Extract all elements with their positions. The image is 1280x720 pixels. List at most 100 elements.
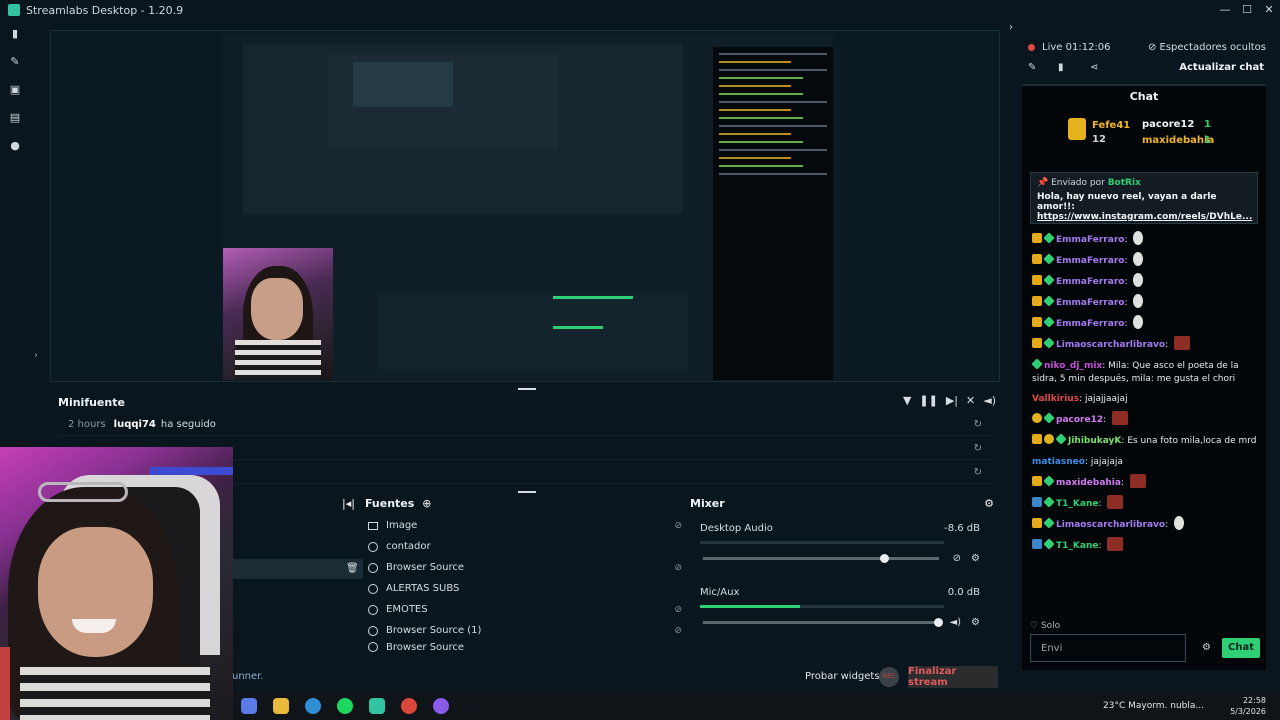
stream-preview[interactable] — [50, 30, 1000, 382]
title-bar: Streamlabs Desktop - 1.20.9 — ☐ ✕ — [0, 0, 1280, 20]
replay-icon[interactable]: ↻ — [974, 419, 982, 430]
sources-collapse-icon[interactable]: |◂| — [342, 497, 355, 510]
pinned-message[interactable]: 📌 Enviado por BotRix Hola, hay nuevo ree… — [1030, 172, 1258, 224]
edit-icon[interactable]: ✎ — [1028, 62, 1036, 73]
window-controls: — ☐ ✕ — [1214, 0, 1280, 20]
runner-text: unner. — [232, 671, 264, 682]
minifeed-toolbar: ▼ ❚❚ ▶| ✕ ◄) — [903, 394, 996, 407]
dashboard-icon[interactable]: ▤ — [0, 104, 30, 132]
window-title: Streamlabs Desktop - 1.20.9 — [26, 3, 184, 17]
chat-message: Limaoscarcharlibravo: — [1032, 335, 1262, 356]
replay-icon[interactable]: ↻ — [974, 443, 982, 454]
chat-message: pacore12: — [1032, 410, 1262, 431]
pin-icon: 📌 — [1037, 178, 1052, 188]
source-item[interactable]: ALERTAS SUBS — [360, 578, 690, 599]
editor-icon[interactable]: ▮ — [0, 20, 30, 48]
globe-icon — [368, 604, 378, 615]
themes-icon[interactable]: ✎ — [0, 48, 30, 76]
volume-slider[interactable] — [703, 618, 943, 627]
taskbar: 23°C Mayorm. nubla... 22:58 5/3/2026 — [233, 692, 1280, 720]
gear-icon[interactable]: ⚙ — [971, 553, 980, 564]
filter-icon[interactable]: ▼ — [903, 394, 911, 407]
inner-webcam — [223, 248, 333, 380]
share-icon[interactable]: ⋖ — [1090, 62, 1098, 73]
system-clock[interactable]: 22:58 5/3/2026 — [1230, 695, 1266, 717]
eye-icon[interactable]: ⊘ — [674, 626, 682, 636]
chat-input[interactable]: Envi — [1030, 634, 1186, 662]
add-source-icon[interactable]: ⊕ — [422, 497, 431, 510]
source-item[interactable]: Image ⊘ — [360, 515, 690, 536]
sources-panel: |◂| Fuentes ⊕ Image ⊘ contador Browser So… — [342, 491, 690, 661]
chat-message: EmmaFerraro: — [1032, 314, 1262, 335]
source-item[interactable]: Browser Source (1) ⊘ — [360, 620, 690, 641]
pause-icon[interactable]: ❚❚ — [919, 394, 937, 407]
rec-button[interactable]: REC — [879, 667, 899, 687]
mixer-settings-icon[interactable]: ⚙ — [984, 497, 994, 510]
chat-settings-icon[interactable]: ⚙ — [1202, 642, 1211, 653]
skip-icon[interactable]: ▶| — [946, 394, 958, 407]
eye-icon[interactable]: ⊘ — [674, 605, 682, 615]
minimize-button[interactable]: — — [1214, 0, 1236, 20]
gear-icon[interactable]: ⚙ — [971, 617, 980, 628]
first-place-icon — [1068, 118, 1086, 140]
file-explorer-icon[interactable] — [273, 698, 289, 714]
trash-icon[interactable]: 🗑 — [346, 563, 359, 574]
live-indicator-icon — [1028, 44, 1035, 51]
chrome-icon[interactable] — [401, 698, 417, 714]
source-item[interactable]: contador — [360, 536, 690, 557]
minifeed-title: Minifuente — [58, 395, 125, 409]
pinned-link[interactable]: https://www.instagram.com/reels/DVhLe... — [1037, 212, 1252, 222]
mixer-panel: Mixer ⚙ Desktop Audio -8.6 dB ⊘ ⚙ Mic/Aux… — [690, 491, 1000, 661]
globe-icon — [368, 583, 378, 594]
solo-label: ♡ Solo — [1030, 621, 1061, 631]
chat-message: T1_Kane: — [1032, 494, 1262, 515]
globe-icon — [368, 562, 378, 573]
selected-scene[interactable] — [233, 559, 363, 579]
chat-leaderboard: Fefe41 12 pacore12 1 maxidebahia 1 — [1022, 110, 1266, 156]
volume-slider[interactable] — [703, 554, 939, 563]
volume-icon[interactable]: ◄) — [983, 394, 996, 407]
discord-icon[interactable] — [433, 698, 449, 714]
studio-icon[interactable]: ● — [0, 132, 30, 160]
chat-message: niko_dj_mix: Mila: Que asco el poeta de … — [1031, 356, 1262, 389]
source-item[interactable]: Browser Source ⊘ — [360, 557, 690, 578]
send-chat-button[interactable]: Chat — [1222, 638, 1260, 658]
eye-icon[interactable]: ⊘ — [674, 521, 682, 531]
maximize-button[interactable]: ☐ — [1236, 0, 1258, 20]
chat-message: Vallkirius: jajajjaajaj — [1032, 394, 1128, 404]
mute-icon[interactable]: ⊘ — [953, 553, 961, 564]
close-button[interactable]: ✕ — [1258, 0, 1280, 20]
chat-message: EmmaFerraro: — [1032, 272, 1262, 293]
app-logo-icon — [8, 4, 20, 16]
copilot-icon[interactable] — [241, 698, 257, 714]
replay-icon[interactable]: ↻ — [974, 467, 982, 478]
mute-alerts-icon[interactable]: ✕ — [966, 394, 975, 407]
source-item[interactable]: Browser Source — [360, 641, 690, 653]
spotify-icon[interactable] — [337, 698, 353, 714]
stream-info-icon[interactable]: ▮ — [1058, 62, 1064, 73]
end-stream-button[interactable]: Finalizar stream — [908, 666, 998, 688]
sources-title: Fuentes — [364, 496, 415, 510]
test-widgets-button[interactable]: Probar widgets — [805, 671, 880, 682]
chat-message: EmmaFerraro: — [1032, 251, 1262, 272]
heart-icon: ♡ — [1030, 621, 1041, 631]
expand-right-panel-button[interactable]: › — [1009, 22, 1013, 33]
weather-widget[interactable]: 23°C Mayorm. nubla... — [1103, 701, 1204, 711]
streamlabs-icon[interactable] — [369, 698, 385, 714]
chat-message: EmmaFerraro: — [1032, 230, 1262, 251]
volume-icon[interactable]: ◄) — [949, 617, 961, 628]
source-item[interactable]: EMOTES ⊘ — [360, 599, 690, 620]
chat-message: EmmaFerraro: — [1032, 293, 1262, 314]
inner-chat — [713, 47, 833, 380]
edge-icon[interactable] — [305, 698, 321, 714]
captured-screen — [223, 34, 833, 380]
mixer-item: Desktop Audio -8.6 dB ⊘ ⚙ — [700, 523, 980, 564]
collapse-sidebar-button[interactable]: › — [34, 350, 38, 361]
eye-icon[interactable]: ⊘ — [674, 563, 682, 573]
chat-message: matiasneo: jajajaja — [1032, 457, 1123, 467]
image-icon — [368, 521, 378, 530]
store-icon[interactable]: ▣ — [0, 76, 30, 104]
minifeed-row: 2 hours luqqi74 ha seguido ↻ — [58, 414, 992, 436]
refresh-chat-button[interactable]: Actualizar chat — [1179, 62, 1264, 73]
viewers-hidden[interactable]: ⊘ Espectadores ocultos — [1148, 42, 1266, 53]
